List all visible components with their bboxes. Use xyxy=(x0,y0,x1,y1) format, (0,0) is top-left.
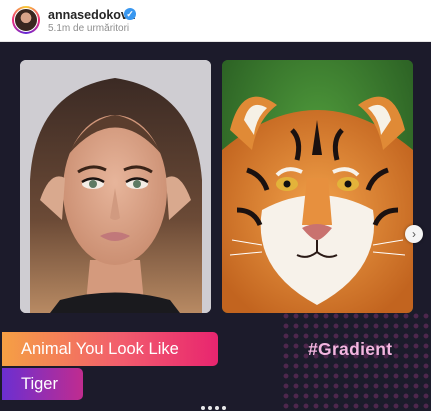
carousel-pager xyxy=(201,406,226,410)
tiger-portrait-photo xyxy=(222,60,413,313)
avatar-image xyxy=(14,8,38,32)
quiz-title-banner: Animal You Look Like xyxy=(2,332,218,366)
pager-dot xyxy=(222,406,226,410)
post-media[interactable]: › Animal You Look Like Tiger #Gradient xyxy=(0,42,431,411)
pager-dot xyxy=(208,406,212,410)
pager-dot xyxy=(215,406,219,410)
verified-badge-icon: ✓ xyxy=(124,8,136,20)
pager-dot xyxy=(201,406,205,410)
profile-avatar[interactable] xyxy=(12,6,40,34)
followers-count: 5.1m de urmăritori xyxy=(48,23,130,34)
chevron-right-icon[interactable]: › xyxy=(405,225,423,243)
woman-portrait-photo xyxy=(20,60,211,313)
post-header: annasedokova ✓ 5.1m de urmăritori xyxy=(0,0,431,42)
hashtag-label: #Gradient xyxy=(308,339,393,359)
username-link[interactable]: annasedokova xyxy=(48,8,135,22)
quiz-result-banner: Tiger xyxy=(2,368,83,400)
decorative-dot-pattern xyxy=(281,311,431,411)
